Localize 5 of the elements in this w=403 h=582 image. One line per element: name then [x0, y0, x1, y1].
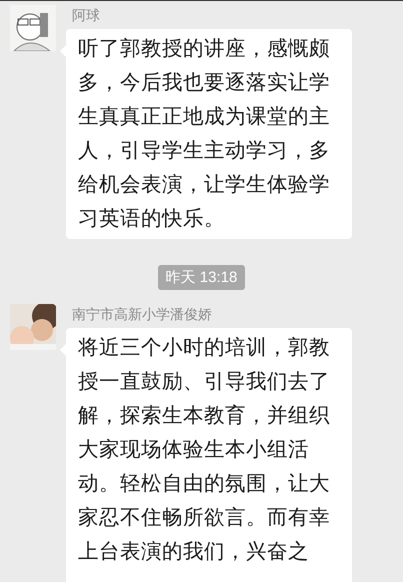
sender-name: 阿球: [71, 7, 101, 26]
message-text: 听了郭教授的讲座，感慨颇多，今后我也要逐落实让学生真真正正地成为课堂的主人，引导学生主动学习，多给机会表演，让学生体验学习英语的快乐。: [78, 35, 331, 232]
message-text: 将近三个小时的培训，郭教授一直鼓励、引导我们去了解，探索生本教育，并组织大家现场体验生本小组活动。轻松自由的氛围，让大家忍不住畅所欲言。而有幸上台表演的我们，兴奋之: [78, 334, 331, 565]
timestamp: 昨天 13:18: [158, 265, 246, 290]
sender-name: 南宁市高新小学潘俊娇: [71, 306, 213, 325]
